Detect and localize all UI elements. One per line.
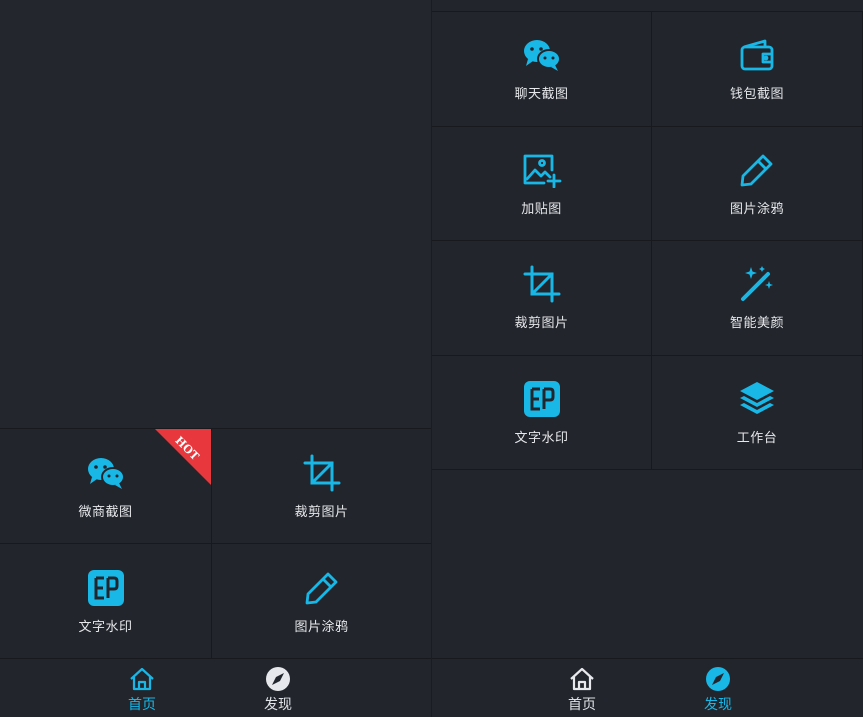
tool-label: 工作台 bbox=[736, 430, 778, 446]
add-image-icon bbox=[522, 150, 562, 190]
tool-label: 裁剪图片 bbox=[294, 504, 349, 520]
home-icon bbox=[568, 665, 596, 693]
wallet-icon bbox=[737, 35, 777, 75]
watermark-icon bbox=[522, 379, 562, 419]
home-screen: 微商截图 HOT 裁剪图片 文字水印 图片涂鸦 首页 发现 bbox=[0, 0, 432, 717]
tab-label: 发现 bbox=[704, 697, 732, 713]
tool-label: 微商截图 bbox=[78, 504, 133, 520]
pencil-icon bbox=[302, 568, 342, 608]
tool-label: 图片涂鸦 bbox=[294, 619, 349, 635]
tool-grid: 聊天截图 钱包截图 加贴图 图片涂鸦 裁剪图片 智能美颜 文字水印 工作台 bbox=[432, 11, 863, 470]
pencil-icon bbox=[737, 150, 777, 190]
tool-wechat-screenshot[interactable]: 微商截图 HOT bbox=[0, 429, 212, 544]
tool-label: 聊天截图 bbox=[514, 87, 569, 103]
tab-home[interactable]: 首页 bbox=[568, 665, 596, 714]
tool-label: 图片涂鸦 bbox=[729, 201, 784, 217]
tab-label: 发现 bbox=[264, 697, 292, 713]
tool-label: 文字水印 bbox=[78, 619, 133, 635]
tab-label: 首页 bbox=[568, 697, 596, 713]
home-icon bbox=[128, 665, 156, 693]
wechat-icon bbox=[522, 35, 562, 75]
layers-icon bbox=[737, 379, 777, 419]
compass-icon bbox=[264, 665, 292, 693]
tool-label: 智能美颜 bbox=[729, 316, 784, 332]
crop-icon bbox=[522, 264, 562, 304]
tab-label: 首页 bbox=[128, 697, 156, 713]
tool-label: 钱包截图 bbox=[729, 87, 784, 103]
tool-crop-image[interactable]: 裁剪图片 bbox=[212, 429, 432, 544]
wechat-icon bbox=[86, 453, 126, 493]
bottom-tab-bar: 首页 发现 bbox=[0, 658, 432, 717]
compass-icon bbox=[704, 665, 732, 693]
tool-label: 文字水印 bbox=[514, 430, 569, 446]
hot-badge: HOT bbox=[155, 429, 211, 485]
tool-chat-screenshot[interactable]: 聊天截图 bbox=[432, 12, 652, 127]
tool-crop-image[interactable]: 裁剪图片 bbox=[432, 241, 652, 356]
tool-add-sticker[interactable]: 加贴图 bbox=[432, 126, 652, 241]
tool-label: 裁剪图片 bbox=[514, 316, 569, 332]
bottom-tab-bar: 首页 发现 bbox=[432, 658, 863, 717]
tool-image-doodle[interactable]: 图片涂鸦 bbox=[652, 126, 863, 241]
tool-text-watermark[interactable]: 文字水印 bbox=[0, 544, 212, 659]
watermark-icon bbox=[86, 568, 126, 608]
tab-discover[interactable]: 发现 bbox=[704, 665, 732, 714]
crop-icon bbox=[302, 453, 342, 493]
magic-wand-icon bbox=[737, 264, 777, 304]
tool-grid: 微商截图 HOT 裁剪图片 文字水印 图片涂鸦 bbox=[0, 428, 432, 659]
discover-screen: 聊天截图 钱包截图 加贴图 图片涂鸦 裁剪图片 智能美颜 文字水印 工作台 首页… bbox=[432, 0, 863, 717]
banner-area[interactable] bbox=[0, 0, 432, 428]
tool-workbench[interactable]: 工作台 bbox=[652, 355, 863, 470]
tab-home[interactable]: 首页 bbox=[128, 665, 156, 714]
tab-discover[interactable]: 发现 bbox=[264, 665, 292, 714]
tool-label: 加贴图 bbox=[521, 201, 562, 217]
tool-text-watermark[interactable]: 文字水印 bbox=[432, 355, 652, 470]
tool-wallet-screenshot[interactable]: 钱包截图 bbox=[652, 12, 863, 127]
tool-image-doodle[interactable]: 图片涂鸦 bbox=[212, 544, 432, 659]
tool-smart-beauty[interactable]: 智能美颜 bbox=[652, 241, 863, 356]
